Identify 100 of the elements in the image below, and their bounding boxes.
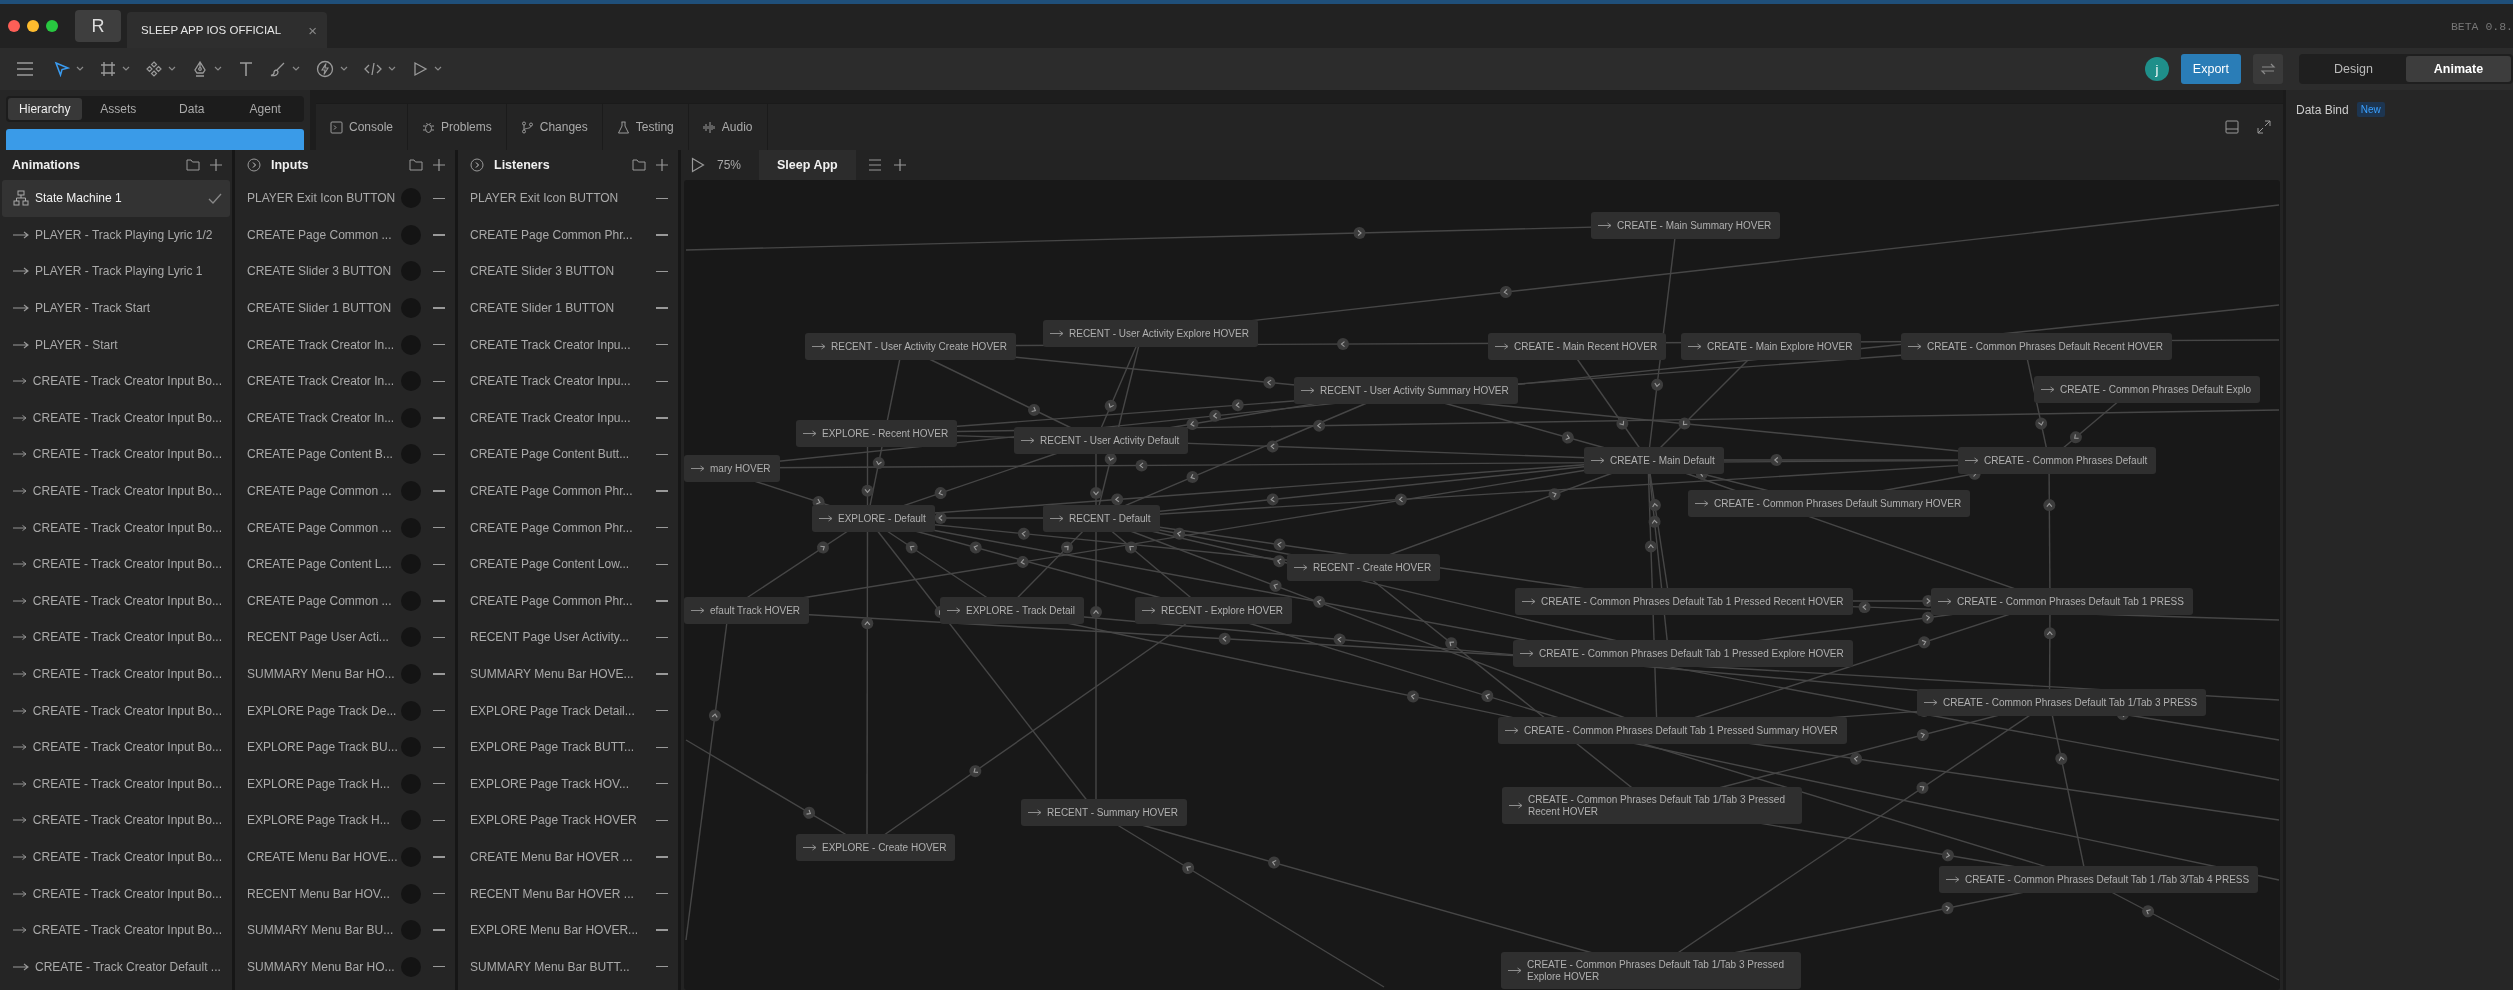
state-node[interactable]: RECENT - Summary HOVER bbox=[1021, 799, 1187, 826]
state-node[interactable]: EXPLORE - Recent HOVER bbox=[796, 420, 958, 447]
remove-icon[interactable] bbox=[656, 270, 668, 273]
animation-item[interactable]: PLAYER - Track Playing Lyric 1/2 bbox=[2, 216, 230, 254]
caret-icon[interactable] bbox=[214, 66, 222, 72]
pointer-tool-icon[interactable] bbox=[54, 61, 70, 77]
remove-icon[interactable] bbox=[433, 270, 445, 273]
input-label[interactable]: CREATE Page Content L... bbox=[247, 557, 401, 572]
listener-label[interactable]: CREATE Page Content Low... bbox=[470, 557, 656, 572]
mode-tab[interactable]: Design bbox=[2301, 56, 2406, 82]
caret-icon[interactable] bbox=[168, 66, 176, 72]
lightning-tool-icon[interactable] bbox=[316, 60, 334, 78]
remove-icon[interactable] bbox=[656, 453, 668, 456]
input-label[interactable]: RECENT Menu Bar HOV... bbox=[247, 886, 401, 901]
add-icon[interactable] bbox=[210, 159, 222, 171]
animation-item[interactable]: PLAYER - Start bbox=[2, 326, 230, 363]
caret-icon[interactable] bbox=[76, 66, 84, 72]
input-label[interactable]: CREATE Page Common ... bbox=[247, 520, 401, 535]
folder-icon[interactable] bbox=[632, 159, 646, 171]
component-tool-icon[interactable] bbox=[146, 61, 162, 77]
folder-icon[interactable] bbox=[186, 159, 200, 171]
list-icon[interactable] bbox=[867, 159, 882, 171]
collapse-icon[interactable] bbox=[470, 158, 484, 172]
input-label[interactable]: CREATE Page Common ... bbox=[247, 484, 401, 499]
file-tab-title[interactable]: SLEEP APP IOS OFFICIAL bbox=[141, 24, 309, 36]
input-label[interactable]: EXPLORE Page Track H... bbox=[247, 813, 401, 828]
brush-tool-icon[interactable] bbox=[270, 61, 286, 77]
listener-label[interactable]: CREATE Track Creator Inpu... bbox=[470, 337, 656, 352]
state-node[interactable]: RECENT - User Activity Summary HOVER bbox=[1294, 377, 1518, 404]
animation-item[interactable]: PLAYER - Track Playing Lyric 1 bbox=[2, 253, 230, 290]
state-node[interactable]: CREATE - Common Phrases Default Tab 1 /Tab 3/Tab 4 PRESS bbox=[1939, 866, 2259, 893]
listener-label[interactable]: RECENT Page User Activity... bbox=[470, 630, 656, 645]
input-label[interactable]: CREATE Page Common ... bbox=[247, 593, 401, 608]
text-tool-icon[interactable] bbox=[238, 61, 254, 77]
input-label[interactable]: CREATE Page Content B... bbox=[247, 447, 401, 462]
animation-item[interactable]: CREATE - Track Creator Input Bo... bbox=[2, 765, 230, 803]
file-tab[interactable]: SLEEP APP IOS OFFICIAL × bbox=[127, 12, 327, 48]
mode-tab[interactable]: Animate bbox=[2406, 56, 2511, 82]
add-icon[interactable] bbox=[656, 159, 668, 171]
close-window-button[interactable] bbox=[8, 20, 20, 32]
listener-label[interactable]: SUMMARY Menu Bar HOVE... bbox=[470, 667, 656, 681]
listener-label[interactable]: CREATE Page Common Phr... bbox=[470, 484, 656, 499]
home-button[interactable]: R bbox=[75, 10, 121, 42]
caret-icon[interactable] bbox=[122, 66, 130, 72]
state-node[interactable]: RECENT - Create HOVER bbox=[1287, 554, 1441, 581]
caret-icon[interactable] bbox=[434, 66, 442, 72]
animation-item[interactable]: CREATE - Track Creator Input Bo... bbox=[2, 545, 230, 583]
pen-tool-icon[interactable] bbox=[192, 61, 208, 77]
listener-label[interactable]: EXPLORE Page Track HOV... bbox=[470, 776, 656, 791]
remove-icon[interactable] bbox=[433, 636, 445, 639]
state-node[interactable]: CREATE - Main Recent HOVER bbox=[1488, 333, 1667, 360]
frame-tool-icon[interactable] bbox=[100, 61, 116, 77]
remove-icon[interactable] bbox=[656, 636, 668, 639]
listener-label[interactable]: CREATE Track Creator Inpu... bbox=[470, 410, 656, 425]
state-node[interactable]: RECENT - User Activity Explore HOVER bbox=[1043, 320, 1258, 347]
listener-label[interactable]: CREATE Slider 1 BUTTON bbox=[470, 301, 656, 316]
state-node[interactable]: EXPLORE - Default bbox=[812, 505, 935, 532]
input-label[interactable]: EXPLORE Page Track H... bbox=[247, 776, 401, 791]
remove-icon[interactable] bbox=[433, 453, 445, 456]
animation-item[interactable]: CREATE - Track Creator Input Bo... bbox=[2, 655, 230, 693]
add-icon[interactable] bbox=[893, 159, 906, 171]
animation-item[interactable]: CREATE - Track Creator Input Bo... bbox=[2, 802, 230, 839]
input-label[interactable]: CREATE Slider 3 BUTTON bbox=[247, 264, 401, 279]
input-label[interactable]: CREATE Slider 1 BUTTON bbox=[247, 301, 401, 316]
artboard-tab[interactable]: Sleep App bbox=[759, 150, 856, 180]
state-node[interactable]: RECENT - Explore HOVER bbox=[1135, 597, 1293, 624]
listener-label[interactable]: EXPLORE Menu Bar HOVER... bbox=[470, 923, 656, 938]
play-icon[interactable] bbox=[691, 157, 705, 173]
animation-item[interactable]: CREATE - Track Creator Input Bo... bbox=[2, 692, 230, 729]
animation-item[interactable]: CREATE - Track Creator Input Bo... bbox=[2, 436, 230, 473]
animation-item[interactable]: CREATE - Track Creator Input Bo... bbox=[2, 509, 230, 546]
state-node[interactable]: CREATE - Common Phrases Default Tab 1 PRESS bbox=[1931, 588, 2193, 615]
animation-item[interactable]: CREATE - Track Creator Input Bo... bbox=[2, 619, 230, 656]
remove-icon[interactable] bbox=[433, 343, 445, 346]
remove-icon[interactable] bbox=[656, 343, 668, 346]
state-node[interactable]: CREATE - Common Phrases Default Recent HOVER bbox=[1901, 333, 2172, 360]
listener-label[interactable]: CREATE Track Creator Inpu... bbox=[470, 374, 656, 389]
caret-icon[interactable] bbox=[340, 66, 348, 72]
state-node[interactable]: RECENT - User Activity Default bbox=[1014, 427, 1189, 454]
animation-item[interactable]: CREATE - Track Creator Input Bo... bbox=[2, 399, 230, 437]
input-label[interactable]: EXPLORE Page Track BU... bbox=[247, 740, 401, 755]
input-label[interactable]: CREATE Page Common ... bbox=[247, 227, 401, 242]
listener-label[interactable]: CREATE Page Common Phr... bbox=[470, 520, 656, 535]
minimize-window-button[interactable] bbox=[27, 20, 39, 32]
input-label[interactable]: CREATE Menu Bar HOVE... bbox=[247, 850, 401, 864]
remove-icon[interactable] bbox=[656, 819, 668, 822]
remove-icon[interactable] bbox=[656, 526, 668, 529]
animation-item[interactable]: CREATE - Track Creator Input Bo... bbox=[2, 728, 230, 766]
zoom-level[interactable]: 75% bbox=[717, 158, 742, 172]
animation-item[interactable]: CREATE - Track Creator Input Bo... bbox=[2, 472, 230, 510]
input-label[interactable]: SUMMARY Menu Bar HO... bbox=[247, 959, 401, 974]
remove-icon[interactable] bbox=[656, 709, 668, 712]
add-icon[interactable] bbox=[433, 159, 445, 171]
listener-label[interactable]: EXPLORE Page Track Detail... bbox=[470, 703, 656, 718]
animation-item[interactable]: CREATE - Track Creator Input Bo... bbox=[2, 875, 230, 912]
animation-item[interactable]: PLAYER - Track Start bbox=[2, 289, 230, 327]
input-label[interactable]: PLAYER Exit Icon BUTTON bbox=[247, 191, 401, 206]
listener-label[interactable]: EXPLORE Page Track HOVER bbox=[470, 813, 656, 828]
close-tab-button[interactable]: × bbox=[308, 21, 317, 39]
state-node[interactable]: CREATE - Main Summary HOVER bbox=[1591, 212, 1781, 239]
